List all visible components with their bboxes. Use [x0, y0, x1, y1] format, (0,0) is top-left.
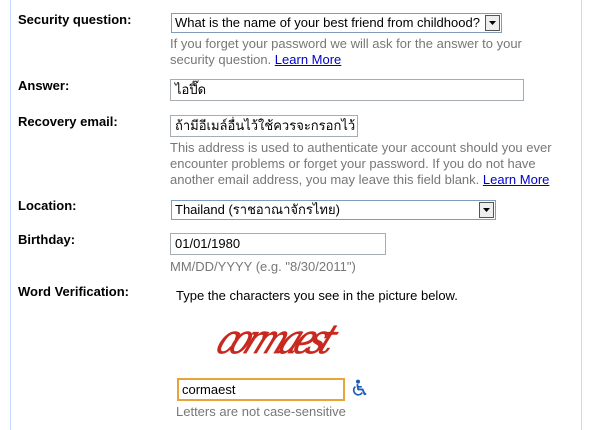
chevron-down-icon[interactable] — [479, 202, 494, 218]
security-question-label: Security question: — [18, 12, 132, 27]
recovery-email-help-line-2: encounter problems or forget your passwo… — [170, 156, 536, 171]
captcha-text: cormaest — [209, 316, 345, 363]
security-question-learn-more-link[interactable]: Learn More — [275, 52, 341, 67]
answer-label: Answer: — [18, 78, 70, 93]
birthday-hint: MM/DD/YYYY (e.g. "8/30/2011") — [170, 259, 356, 274]
recovery-email-input[interactable]: ถ้ามีอีเมล์อื่นไว้ใช้ควรจะกรอกไว้ — [170, 115, 358, 137]
word-verification-label: Word Verification: — [18, 284, 129, 299]
recovery-email-label: Recovery email: — [18, 114, 118, 129]
word-verification-input[interactable]: cormaest — [177, 378, 345, 401]
recovery-email-help-line-3: another email address, you may leave thi… — [170, 172, 480, 187]
birthday-label: Birthday: — [18, 232, 76, 247]
security-question-selected: What is the name of your best friend fro… — [175, 15, 480, 30]
location-label: Location: — [18, 198, 77, 213]
recovery-email-help-line-1: This address is used to authenticate you… — [170, 140, 552, 155]
recovery-email-learn-more-link[interactable]: Learn More — [483, 172, 549, 187]
location-select[interactable]: Thailand (ราชอาณาจักรไทย) — [171, 200, 496, 220]
birthday-input[interactable]: 01/01/1980 — [170, 233, 386, 255]
case-sensitivity-note: Letters are not case-sensitive — [176, 404, 346, 419]
recovery-email-help: This address is used to authenticate you… — [170, 140, 580, 188]
security-question-help-line-2: security question. — [170, 52, 272, 67]
captcha-image: cormaest — [209, 316, 346, 364]
answer-input[interactable]: ไอปึ๊ด — [170, 79, 524, 101]
wheelchair-accessibility-icon[interactable] — [350, 379, 368, 397]
security-question-select[interactable]: What is the name of your best friend fro… — [171, 13, 502, 33]
security-question-help: If you forget your password we will ask … — [170, 36, 570, 68]
location-selected: Thailand (ราชอาณาจักรไทย) — [175, 202, 340, 217]
chevron-down-icon[interactable] — [485, 15, 500, 31]
security-question-help-line-1: If you forget your password we will ask … — [170, 36, 522, 51]
word-verification-instruction: Type the characters you see in the pictu… — [176, 288, 458, 303]
